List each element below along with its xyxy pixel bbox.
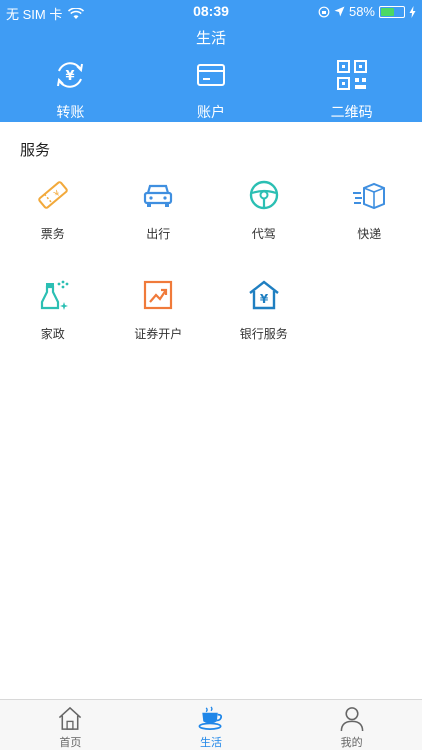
services-section-title: 服务 [20,142,51,159]
bank-house-icon: ¥ [249,280,279,310]
battery-fill [381,7,394,16]
service-label: 家政 [40,327,65,341]
page-title: 生活 [195,30,226,47]
svg-text:¥: ¥ [66,69,75,84]
service-bank[interactable]: ¥ 银行服务 [211,278,317,342]
header: 无 SIM 卡 08:39 58% 生活 ¥ 转账 账户 二维码 [0,0,422,122]
transfer-button[interactable]: ¥ 转账 [0,58,141,122]
quick-action-label: 账户 [197,104,225,120]
service-label: 证券开户 [134,327,183,341]
quick-action-label: 二维码 [330,104,373,120]
card-icon [197,64,225,86]
cleaning-spray-icon [40,280,69,310]
coffee-cup-icon [198,706,223,730]
quick-action-label: 转账 [56,104,85,120]
tab-label: 生活 [200,737,222,749]
tab-mine[interactable]: 我的 [281,700,422,750]
battery-icon [379,5,405,18]
quick-actions: ¥ 转账 账户 二维码 [0,58,422,122]
stock-chart-icon [144,280,173,310]
service-label: 银行服务 [239,327,288,341]
service-label: 出行 [146,227,171,241]
package-icon [353,182,386,210]
service-securities-account[interactable]: 证券开户 [106,278,212,342]
service-housekeeping[interactable]: 家政 [0,278,106,342]
tab-life[interactable]: 生活 [141,700,282,750]
charging-icon [409,5,416,18]
rotation-lock-icon [318,6,330,17]
service-travel[interactable]: 出行 [106,178,212,242]
service-label: 代驾 [251,227,276,241]
service-label: 票务 [40,227,65,241]
service-designated-driver[interactable]: 代驾 [211,178,317,242]
yuan-transfer-icon: ¥ [57,62,84,88]
qrcode-button[interactable]: 二维码 [281,58,422,122]
status-bar: 无 SIM 卡 08:39 58% [0,0,422,22]
home-icon [59,706,82,730]
services-grid: ¥ 票务 出行 代驾 快递 家政 证券开户 ¥ 银行服务 [0,178,422,342]
tab-home[interactable]: 首页 [0,700,141,750]
battery-percent: 58% [348,4,375,19]
tab-label: 首页 [59,737,82,749]
steering-wheel-icon [249,180,278,210]
service-ticket[interactable]: ¥ 票务 [0,178,106,242]
service-label: 快递 [357,227,382,241]
car-icon [144,184,173,207]
ticket-icon: ¥ [37,181,68,209]
qrcode-icon [336,60,367,90]
svg-text:¥: ¥ [260,292,269,306]
tab-bar: 首页 生活 我的 [0,699,422,750]
service-express[interactable]: 快递 [317,178,422,242]
account-button[interactable]: 账户 [141,58,282,122]
user-icon [340,707,364,732]
tab-label: 我的 [340,737,363,749]
location-icon [334,6,345,17]
